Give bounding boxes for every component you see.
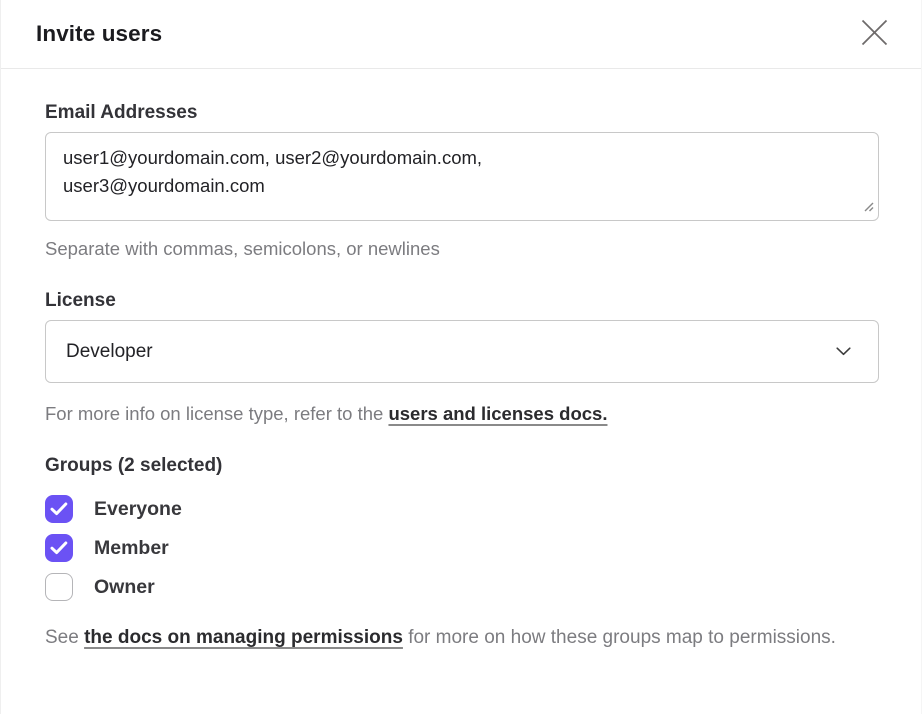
- dialog-title: Invite users: [36, 21, 162, 47]
- groups-label: Groups (2 selected): [45, 455, 877, 477]
- managing-permissions-docs-link[interactable]: the docs on managing permissions: [84, 627, 403, 648]
- close-button[interactable]: [857, 17, 891, 51]
- checkmark-icon: [50, 541, 68, 555]
- email-addresses-input[interactable]: user1@yourdomain.com, user2@yourdomain.c…: [45, 132, 879, 221]
- group-option-owner[interactable]: Owner: [45, 573, 155, 601]
- dialog-header: Invite users: [1, 0, 921, 69]
- checkmark-icon: [50, 502, 68, 516]
- email-addresses-label: Email Addresses: [45, 102, 877, 124]
- checkbox-everyone[interactable]: [45, 495, 73, 523]
- license-helper-prefix: For more info on license type, refer to …: [45, 403, 388, 424]
- checkbox-owner[interactable]: [45, 573, 73, 601]
- chevron-down-icon: [836, 343, 851, 361]
- users-licenses-docs-link[interactable]: users and licenses docs.: [388, 403, 607, 424]
- license-selected-value: Developer: [66, 341, 153, 363]
- groups-helper-text: See the docs on managing permissions for…: [45, 623, 877, 652]
- dialog-body: Email Addresses user1@yourdomain.com, us…: [1, 69, 921, 652]
- email-textarea-wrap: user1@yourdomain.com, user2@yourdomain.c…: [45, 132, 877, 221]
- groups-helper-suffix: for more on how these groups map to perm…: [403, 627, 836, 648]
- checkbox-label-everyone: Everyone: [94, 498, 182, 521]
- checkbox-label-member: Member: [94, 537, 169, 560]
- group-option-everyone[interactable]: Everyone: [45, 495, 182, 523]
- license-select[interactable]: Developer: [45, 320, 879, 383]
- group-option-member[interactable]: Member: [45, 534, 169, 562]
- close-icon: [861, 19, 888, 49]
- email-helper-text: Separate with commas, semicolons, or new…: [45, 234, 877, 263]
- groups-helper-prefix: See: [45, 627, 84, 648]
- checkbox-label-owner: Owner: [94, 576, 155, 599]
- invite-users-dialog: Invite users Email Addresses user1@yourd…: [0, 0, 922, 714]
- license-label: License: [45, 290, 877, 312]
- checkbox-member[interactable]: [45, 534, 73, 562]
- license-helper-text: For more info on license type, refer to …: [45, 399, 877, 428]
